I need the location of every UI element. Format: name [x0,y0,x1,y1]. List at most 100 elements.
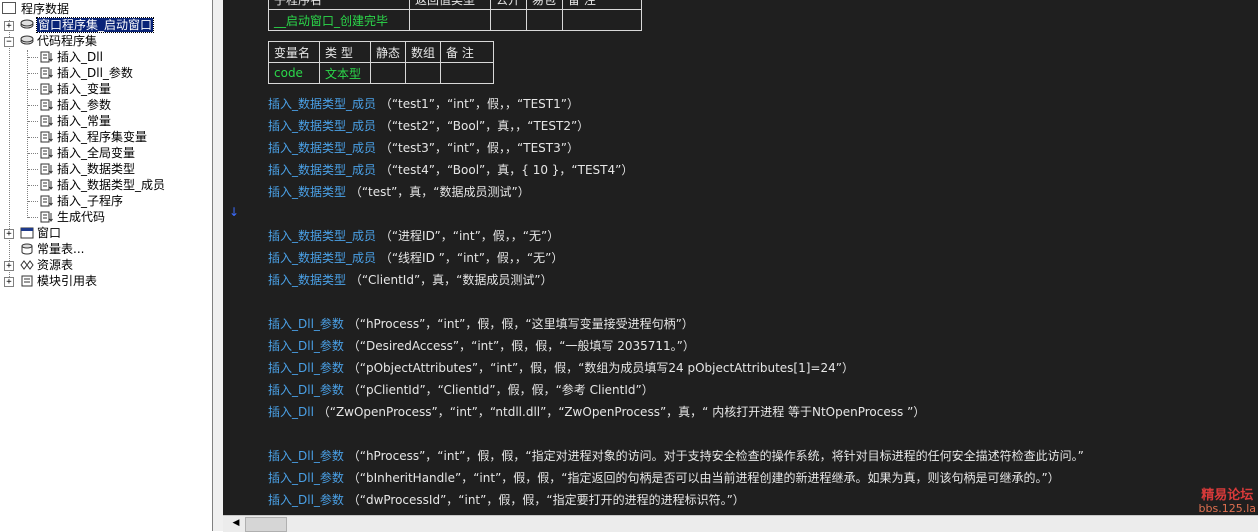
tree-item-label: 插入_数据类型 [57,162,136,176]
tree-item-subroutine[interactable]: 插入_数据类型_成员 [40,177,165,193]
tree-item-constants[interactable]: 常量表... [20,241,84,257]
code-line[interactable]: 插入_Dll_参数 （“bInheritHandle”，“int”，假，假，“指… [268,470,1060,486]
tree-item-subroutine[interactable]: 插入_全局变量 [40,145,135,161]
table-cell[interactable] [440,62,495,84]
code-line[interactable]: 插入_数据类型_成员 （“线程ID ”，“int”，假，，“无”） [268,250,563,266]
tree-item-label: 插入_参数 [57,98,112,112]
tree-item-subroutine[interactable]: 插入_子程序 [40,193,123,209]
tree-item-label: 插入_变量 [57,82,112,96]
tree-item-label: 插入_子程序 [57,194,124,208]
tree-connector [28,185,38,186]
tree-connector [28,73,38,74]
code-line[interactable]: 插入_Dll_参数 （“pClientId”，“ClientId”，假，假，“参… [268,382,654,398]
tree-item-subroutine[interactable]: 生成代码 [40,209,105,225]
tree-connector [28,105,38,106]
table-cell[interactable] [562,9,642,31]
expand-toggle[interactable]: + [4,21,14,31]
header-cell: 公开 [490,0,527,10]
function-name: 插入_Dll_参数 [268,449,344,463]
code-line[interactable]: 插入_数据类型_成员 （“test1”，“int”，假，，“TEST1”） [268,96,579,112]
tree-item-subroutine[interactable]: 插入_Dll [40,49,103,65]
subroutine-icon [40,115,53,127]
collapse-toggle[interactable]: − [4,37,14,47]
function-args: （“hProcess”，“int”，假，假，“这里填写变量接受进程句柄”） [343,317,694,331]
horizontal-scrollbar[interactable]: ◀ [223,515,1258,532]
code-editor[interactable]: ↓ 子程序名 返回值类型 公开 易包 备 注 __启动窗口_创建完毕 变量名 类… [223,0,1258,515]
header-cell: 子程序名 [268,0,410,10]
function-name: 插入_数据类型_成员 [268,163,377,177]
tree-root-icon [2,2,16,14]
function-args: （“dwProcessId”，“int”，假，假，“指定要打开的进程的进程标识符… [343,493,745,507]
tree-item-subroutine[interactable]: 插入_常量 [40,113,111,129]
code-line[interactable]: 插入_数据类型 （“test”，真，“数据成员测试”） [268,184,530,200]
tree-item-window[interactable]: 窗口 [20,225,61,241]
table-cell[interactable] [490,9,527,31]
tree-item-subroutine[interactable]: 插入_Dll_参数 [40,65,133,81]
function-args: （“test1”，“int”，假，，“TEST1”） [376,97,579,111]
tree-root[interactable]: 程序数据 [2,1,69,17]
tree-connector [28,217,38,218]
tree-item-label: 资源表 [37,258,74,272]
function-args: （“进程ID”，“int”，假，，“无”） [376,229,560,243]
tree-item-code-assembly[interactable]: 代码程序集 [20,33,97,49]
function-name: 插入_数据类型_成员 [268,97,377,111]
function-args: （“pClientId”，“ClientId”，假，假，“参考 ClientId… [343,383,654,397]
tree-item-resources[interactable]: 资源表 [20,257,73,273]
code-line[interactable]: 插入_数据类型_成员 （“test2”，“Bool”，真，，“TEST2”） [268,118,589,134]
function-args: （“hProcess”，“int”，假，假，“指定对进程对象的访问。对于支持安全… [343,449,1084,463]
tree-item-label: 生成代码 [57,210,106,224]
scroll-left-icon[interactable]: ◀ [229,517,243,530]
tree-root-label: 程序数据 [21,2,70,16]
code-line[interactable]: 插入_数据类型_成员 （“test4”，“Bool”，真，{ 10 }，“TES… [268,162,633,178]
function-name: 插入_数据类型 [268,185,347,199]
scroll-thumb[interactable] [245,517,287,532]
code-line[interactable]: 插入_数据类型_成员 （“test3”，“int”，假，，“TEST3”） [268,140,579,156]
variable-type[interactable]: 文本型 [319,62,371,84]
tree-connector [28,89,38,90]
tree-item-subroutine[interactable]: 插入_数据类型 [40,161,135,177]
expand-toggle[interactable]: + [4,261,14,271]
assembly-icon [20,19,34,29]
tree-item-label: 插入_常量 [57,114,112,128]
function-args: （“bInheritHandle”，“int”，假，假，“指定返回的句柄是否可以… [343,471,1060,485]
code-line[interactable]: 插入_Dll_参数 （“dwProcessId”，“int”，假，假，“指定要打… [268,492,745,508]
header-cell: 类 型 [319,41,371,63]
subroutine-name[interactable]: __启动窗口_创建完毕 [268,9,410,31]
table-cell[interactable] [409,9,491,31]
variable-name[interactable]: code [268,62,320,84]
splitter[interactable] [213,0,223,531]
code-line[interactable]: 插入_Dll_参数 （“hProcess”，“int”，假，假，“这里填写变量接… [268,316,694,332]
function-name: 插入_数据类型_成员 [268,229,377,243]
code-line[interactable]: 插入_Dll_参数 （“DesiredAccess”，“int”，假，假，“一般… [268,338,695,354]
code-line[interactable]: 插入_Dll_参数 （“pObjectAttributes”，“int”，假，假… [268,360,854,376]
tree-item-label: 常量表... [37,242,85,256]
table-cell[interactable] [405,62,442,84]
function-name: 插入_Dll_参数 [268,383,344,397]
function-name: 插入_Dll_参数 [268,361,344,375]
constant-table-icon [21,243,33,255]
subroutine-icon [40,163,53,175]
table-cell[interactable] [526,9,563,31]
tree-item-subroutine[interactable]: 插入_程序集变量 [40,129,147,145]
tree-item-label: 代码程序集 [37,34,98,48]
module-icon [21,275,33,287]
header-cell: 备 注 [440,41,495,63]
watermark-title: 精易论坛 [1201,488,1254,503]
tree-item-module-refs[interactable]: 模块引用表 [20,273,97,289]
code-line[interactable]: 插入_数据类型 （“ClientId”，真，“数据成员测试”） [268,272,553,288]
tree-item-window-assembly[interactable]: 窗口程序集_启动窗口 [20,17,155,33]
tree-item-label: 插入_Dll [57,50,103,64]
subroutine-icon [40,211,53,223]
table-cell[interactable] [369,62,407,84]
function-name: 插入_Dll [268,405,314,419]
expand-toggle[interactable]: + [4,229,14,239]
expand-toggle[interactable]: + [4,277,14,287]
tree-item-subroutine[interactable]: 插入_变量 [40,81,111,97]
tree-item-subroutine[interactable]: 插入_参数 [40,97,111,113]
code-line[interactable]: 插入_Dll_参数 （“hProcess”，“int”，假，假，“指定对进程对象… [268,448,1084,464]
tree-item-label: 插入_Dll_参数 [57,66,133,80]
code-line[interactable]: 插入_数据类型_成员 （“进程ID”，“int”，假，，“无”） [268,228,559,244]
function-name: 插入_数据类型 [268,273,347,287]
tree-connector [28,137,38,138]
code-line[interactable]: 插入_Dll （“ZwOpenProcess”，“int”，“ntdll.dll… [268,404,925,420]
